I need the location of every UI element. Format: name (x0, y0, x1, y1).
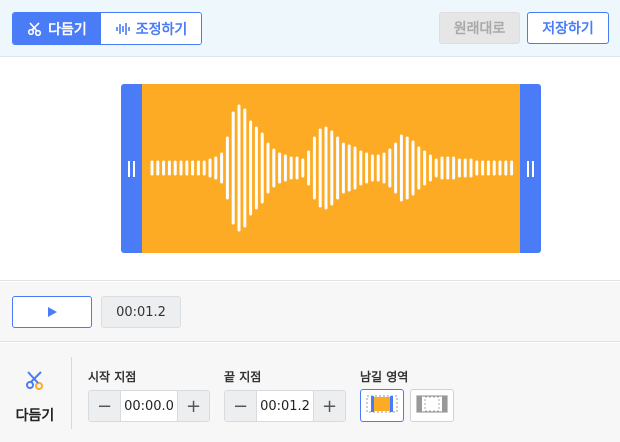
keep-outside-icon (416, 394, 448, 418)
start-decrement-button[interactable]: − (89, 391, 120, 421)
keep-inside-button[interactable] (360, 389, 404, 422)
revert-button[interactable]: 원래대로 (439, 12, 520, 44)
tab-adjust-label: 조정하기 (135, 21, 188, 38)
audio-clip (121, 84, 541, 253)
grip-icon (128, 160, 135, 177)
start-point-input[interactable]: 00:00.0 (120, 391, 178, 421)
tool-label: 다듬기 (15, 408, 55, 424)
tab-trim-label: 다듬기 (48, 21, 87, 38)
save-button[interactable]: 저장하기 (527, 12, 609, 44)
waveform-panel (0, 58, 620, 281)
top-toolbar: 다듬기 조정하기 원래대로 저장하기 (0, 0, 620, 57)
trim-controls: 다듬기 시작 지점 − 00:00.0 + 끝 지점 − 00:01.2 + 남… (0, 343, 620, 442)
waveform-icon (115, 22, 131, 36)
waveform-graphic (150, 104, 514, 232)
start-point-stepper: − 00:00.0 + (88, 390, 210, 422)
scissors-icon (22, 371, 48, 395)
tab-trim[interactable]: 다듬기 (13, 13, 101, 44)
keep-region-label: 남길 영역 (360, 370, 409, 384)
trim-start-handle[interactable] (121, 84, 142, 253)
start-increment-button[interactable]: + (178, 391, 209, 421)
play-icon (46, 303, 58, 322)
start-point-label: 시작 지점 (88, 370, 137, 384)
end-point-input[interactable]: 00:01.2 (256, 391, 314, 421)
end-point-stepper: − 00:01.2 + (224, 390, 346, 422)
playback-bar: 00:01.2 (0, 282, 620, 342)
trim-tool: 다듬기 (12, 369, 58, 425)
selected-region[interactable] (142, 84, 520, 253)
tab-adjust[interactable]: 조정하기 (101, 13, 201, 44)
end-point-label: 끝 지점 (224, 370, 262, 384)
divider (71, 357, 72, 429)
trim-end-handle[interactable] (520, 84, 541, 253)
keep-inside-icon (366, 394, 398, 418)
scissors-icon (27, 21, 43, 36)
current-time-display: 00:01.2 (101, 296, 181, 328)
end-decrement-button[interactable]: − (225, 391, 256, 421)
keep-outside-button[interactable] (410, 389, 454, 422)
end-increment-button[interactable]: + (314, 391, 345, 421)
grip-icon (527, 160, 534, 177)
mode-switch: 다듬기 조정하기 (12, 12, 202, 45)
play-button[interactable] (12, 296, 92, 328)
